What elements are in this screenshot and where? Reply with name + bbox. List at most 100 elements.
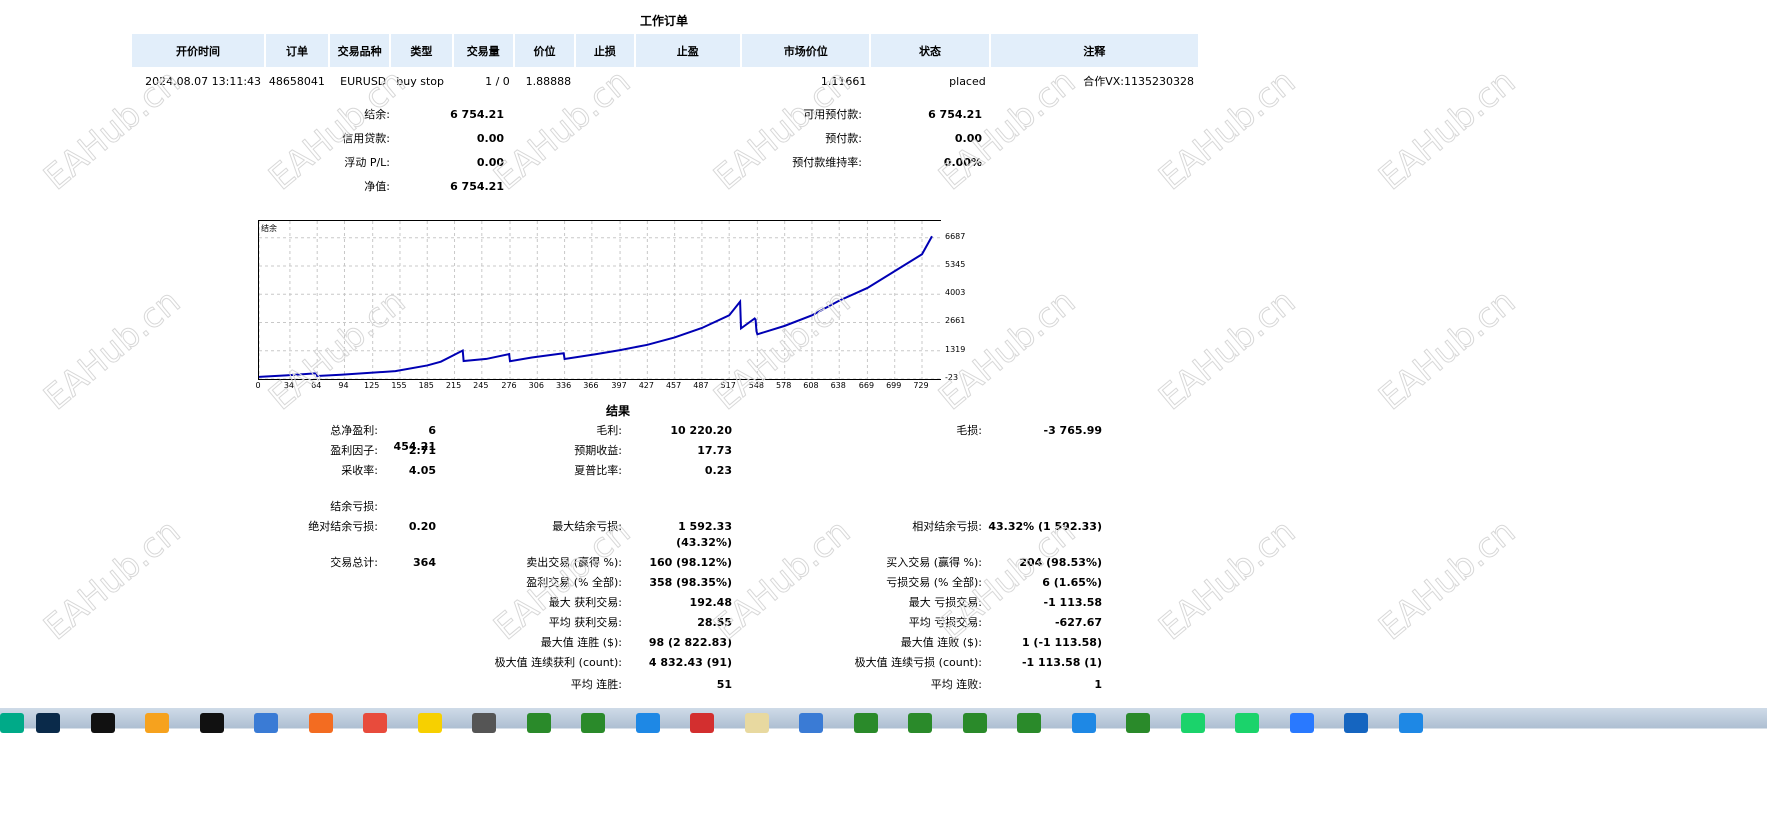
- photoshop-icon[interactable]: [36, 713, 60, 733]
- column-header[interactable]: 开价时间: [129, 34, 266, 67]
- result-value: 6 454.21: [393, 424, 436, 453]
- result-label: 相对结余亏损:: [912, 520, 982, 533]
- result-label: 总净盈利:: [330, 424, 378, 437]
- column-header[interactable]: 订单: [264, 34, 329, 67]
- app-icon[interactable]: [363, 713, 387, 733]
- app-icon[interactable]: [145, 713, 169, 733]
- result-label: 平均 亏损交易:: [908, 616, 982, 629]
- column-header[interactable]: 交易量: [451, 34, 514, 67]
- result-label: 盈利交易 (% 全部):: [526, 576, 622, 589]
- iqiyi-icon[interactable]: [1235, 713, 1259, 733]
- result-value: 6 (1.65%): [1042, 576, 1102, 589]
- result-label: 最大 获利交易:: [548, 596, 622, 609]
- watermark: EAHub.cn: [36, 511, 189, 649]
- column-header[interactable]: 止盈: [633, 34, 742, 67]
- doc-icon[interactable]: [799, 713, 823, 733]
- mt4-icon[interactable]: [908, 713, 932, 733]
- page-title: 工作订单: [639, 14, 688, 28]
- account-label: 信用贷款:: [342, 132, 390, 145]
- result-label: 买入交易 (赢得 %):: [886, 556, 982, 569]
- y-tick-label: 1319: [945, 344, 966, 354]
- account-value: 0.00: [476, 132, 504, 145]
- account-value: 6 754.21: [450, 180, 504, 193]
- app-icon[interactable]: [635, 713, 660, 733]
- result-label: 交易总计:: [330, 556, 378, 569]
- result-value: 364: [413, 556, 436, 569]
- y-tick-label: 6687: [945, 231, 966, 241]
- result-label: 结余亏损:: [330, 500, 378, 513]
- app-icon[interactable]: [1071, 713, 1096, 733]
- y-tick-label: 4003: [945, 288, 966, 298]
- mt4-icon[interactable]: [962, 713, 987, 733]
- result-label: 最大结余亏损:: [552, 520, 622, 533]
- table-cell: 1.11661: [820, 74, 867, 88]
- result-label: 毛利:: [596, 424, 622, 437]
- x-tick-label: 185: [418, 381, 434, 390]
- account-label: 结余:: [364, 108, 390, 121]
- x-tick-label: 94: [338, 381, 349, 390]
- result-label: 亏损交易 (% 全部):: [886, 576, 982, 589]
- column-header[interactable]: 状态: [869, 34, 990, 67]
- table-cell: 合作VX:1135230328: [1083, 75, 1194, 88]
- result-value: -1 113.58 (1): [1021, 656, 1102, 669]
- result-label: 夏普比率:: [574, 464, 622, 477]
- x-tick-label: 578: [776, 381, 792, 390]
- account-value: 6 754.21: [928, 108, 982, 121]
- mt4-icon[interactable]: [853, 713, 878, 733]
- result-label: 绝对结余亏损:: [308, 520, 378, 533]
- x-tick-label: 0: [255, 381, 261, 390]
- result-value: 17.73: [697, 444, 732, 457]
- doc-icon[interactable]: [254, 713, 278, 733]
- result-value: [384, 499, 436, 515]
- table-row[interactable]: 2024.08.07 13:11:43 48658041 EURUSD buy sto…: [131, 67, 1198, 95]
- result-value: 160 (98.12%): [649, 556, 732, 569]
- orders-table: 开价时间 订单 交易品种 类型 交易量 价位 止损 止盈 市场价位 状态 注释 2024.08.07…: [129, 34, 1198, 95]
- app-icon[interactable]: [472, 713, 496, 733]
- capcut-icon[interactable]: [90, 713, 115, 733]
- result-label: 最大值 连败 ($):: [900, 636, 982, 649]
- account-value: 0.00: [954, 132, 982, 145]
- mt4-icon[interactable]: [581, 713, 605, 733]
- x-tick-label: 276: [501, 381, 517, 390]
- result-value: 1: [1094, 678, 1102, 691]
- x-tick-label: 548: [748, 381, 765, 390]
- sogou-icon[interactable]: [1398, 713, 1423, 733]
- result-value: 0.20: [408, 520, 436, 533]
- app-icon[interactable]: [308, 713, 333, 733]
- result-label: 卖出交易 (赢得 %):: [526, 556, 622, 569]
- table-cell: buy stop: [396, 74, 444, 88]
- browser-icon[interactable]: [1344, 713, 1368, 733]
- mt4-icon[interactable]: [1017, 713, 1041, 733]
- iqiyi-icon[interactable]: [1180, 713, 1205, 733]
- table-cell: placed: [949, 74, 986, 88]
- column-header[interactable]: 市场价位: [740, 34, 871, 67]
- x-tick-label: 245: [473, 381, 489, 390]
- qq-icon[interactable]: [199, 713, 224, 733]
- column-header[interactable]: 注释: [988, 34, 1198, 67]
- app-icon[interactable]: [0, 713, 24, 733]
- column-header[interactable]: 止损: [574, 34, 635, 67]
- x-tick-label: 427: [638, 381, 654, 390]
- table-cell: EURUSD: [340, 74, 387, 88]
- result-label: 毛损:: [956, 424, 982, 437]
- account-label: 预付款:: [825, 132, 862, 145]
- result-value: 1 (-1 113.58): [1021, 636, 1102, 649]
- column-header[interactable]: 交易品种: [327, 34, 391, 67]
- app-icon[interactable]: [417, 713, 442, 733]
- column-header[interactable]: 类型: [389, 34, 453, 67]
- result-value: 43.32% (1 592.33): [988, 520, 1102, 533]
- mt4-icon[interactable]: [526, 713, 551, 733]
- watermark: EAHub.cn: [1371, 61, 1524, 199]
- result-label: 平均 连胜:: [570, 678, 622, 691]
- pdf-icon[interactable]: [690, 713, 714, 733]
- x-tick-label: 366: [583, 381, 599, 390]
- x-tick-label: 699: [886, 381, 902, 390]
- mt4-icon[interactable]: [1126, 713, 1150, 733]
- x-tick-label: 34: [283, 381, 294, 390]
- result-value: 204 (98.53%): [1019, 556, 1102, 569]
- folder-icon[interactable]: [744, 713, 769, 733]
- table-cell: 1.88888: [525, 74, 572, 88]
- video-icon[interactable]: [1289, 713, 1314, 733]
- result-value: 0.23: [704, 464, 732, 477]
- column-header[interactable]: 价位: [512, 34, 576, 67]
